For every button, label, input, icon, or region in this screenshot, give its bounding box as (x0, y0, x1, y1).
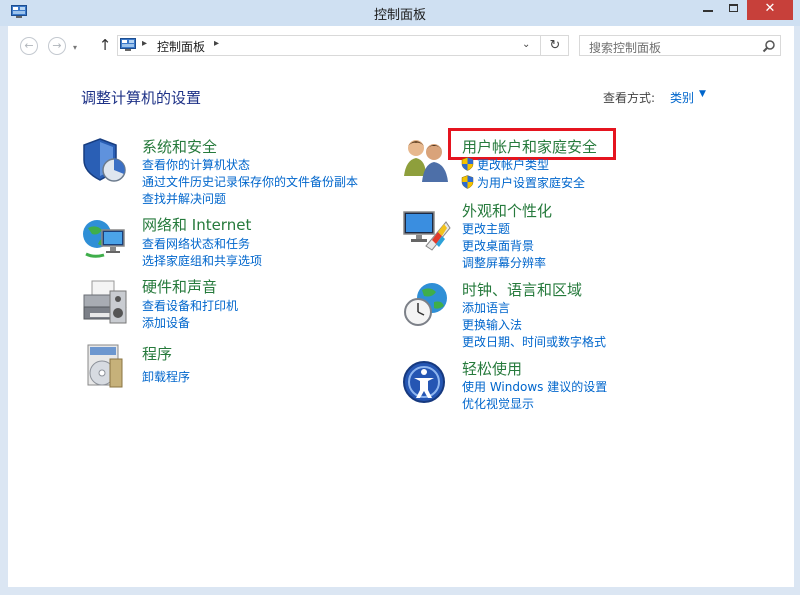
search-placeholder: 搜索控制面板 (589, 41, 662, 55)
link-date-time-format[interactable]: 更改日期、时间或数字格式 (462, 333, 606, 350)
clock-globe-icon[interactable] (402, 280, 452, 330)
link-uninstall-program[interactable]: 卸载程序 (142, 368, 190, 385)
link-network-status[interactable]: 查看网络状态和任务 (142, 235, 250, 252)
search-icon[interactable] (762, 39, 776, 53)
category-title-hardware-sound[interactable]: 硬件和声音 (142, 276, 217, 297)
address-dropdown-icon[interactable]: ⌄ (522, 39, 530, 50)
view-by-dropdown[interactable]: 类别 (670, 89, 694, 106)
link-devices-printers[interactable]: 查看设备和打印机 (142, 297, 238, 314)
link-desktop-background[interactable]: 更改桌面背景 (462, 237, 534, 254)
window-title: 控制面板 (373, 8, 426, 23)
category-title-system-security[interactable]: 系统和安全 (142, 136, 217, 157)
link-change-input-method[interactable]: 更换输入法 (462, 316, 522, 333)
category-title-ease-of-access[interactable]: 轻松使用 (462, 358, 522, 379)
category-title-clock-language[interactable]: 时钟、语言和区域 (462, 279, 582, 300)
category-title-appearance[interactable]: 外观和个性化 (462, 200, 552, 221)
link-change-theme[interactable]: 更改主题 (462, 220, 510, 237)
ease-of-access-icon[interactable] (402, 360, 452, 410)
up-button[interactable]: ↑ (97, 36, 113, 56)
breadcrumb[interactable]: 控制面板 (157, 38, 205, 55)
address-bar[interactable]: ▸ 控制面板 ▸ ⌄ ↻ (117, 35, 569, 56)
maximize-button[interactable] (721, 0, 747, 20)
network-icon[interactable] (80, 214, 130, 264)
link-change-account-type[interactable]: 更改帐户类型 (477, 156, 549, 173)
category-title-programs[interactable]: 程序 (142, 343, 172, 364)
category-title-network-internet[interactable]: 网络和 Internet (142, 214, 251, 235)
page-title: 调整计算机的设置 (81, 89, 202, 107)
close-button[interactable]: ✕ (747, 0, 793, 20)
link-homegroup-sharing[interactable]: 选择家庭组和共享选项 (142, 252, 262, 269)
minimize-button[interactable] (695, 0, 721, 20)
minimize-icon (703, 10, 713, 12)
link-windows-recommended-settings[interactable]: 使用 Windows 建议的设置 (462, 378, 607, 395)
uac-shield-icon (461, 175, 474, 189)
forward-button[interactable]: → (48, 37, 66, 55)
refresh-button[interactable]: ↻ (540, 36, 569, 55)
category-title-user-accounts[interactable]: 用户帐户和家庭安全 (462, 136, 597, 157)
link-add-language[interactable]: 添加语言 (462, 299, 510, 316)
printer-icon[interactable] (80, 277, 130, 327)
shield-icon[interactable] (80, 136, 130, 186)
control-panel-icon (120, 38, 136, 51)
link-add-device[interactable]: 添加设备 (142, 314, 190, 331)
breadcrumb-separator[interactable]: ▸ (142, 38, 147, 49)
view-by-label: 查看方式: (603, 91, 656, 105)
display-icon[interactable] (402, 206, 452, 256)
view-by-dropdown-arrow-icon[interactable]: ▼ (699, 89, 706, 99)
recent-pages-dropdown-icon[interactable]: ▾ (73, 43, 77, 52)
link-file-history-backup[interactable]: 通过文件历史记录保存你的文件备份副本 (142, 173, 358, 190)
back-arrow-icon: ← (24, 39, 34, 52)
link-optimize-visual-display[interactable]: 优化视觉显示 (462, 395, 534, 412)
link-troubleshoot[interactable]: 查找并解决问题 (142, 190, 226, 207)
back-button[interactable]: ← (20, 37, 38, 55)
close-icon: ✕ (764, 1, 776, 16)
programs-icon[interactable] (80, 343, 130, 393)
control-panel-window: 控制面板 ✕ ← → ▾ ↑ ▸ 控制面板 ▸ ⌄ ↻ 搜索控制面板 调整计算机… (0, 0, 800, 595)
title-bar: 控制面板 ✕ (0, 0, 800, 26)
maximize-icon (729, 4, 738, 12)
link-screen-resolution[interactable]: 调整屏幕分辨率 (462, 254, 546, 271)
search-input[interactable]: 搜索控制面板 (579, 35, 781, 56)
users-icon[interactable] (402, 136, 452, 186)
link-view-computer-status[interactable]: 查看你的计算机状态 (142, 156, 250, 173)
breadcrumb-separator[interactable]: ▸ (214, 38, 219, 49)
forward-arrow-icon: → (52, 39, 62, 52)
uac-shield-icon (461, 157, 474, 171)
link-family-safety[interactable]: 为用户设置家庭安全 (477, 174, 585, 191)
